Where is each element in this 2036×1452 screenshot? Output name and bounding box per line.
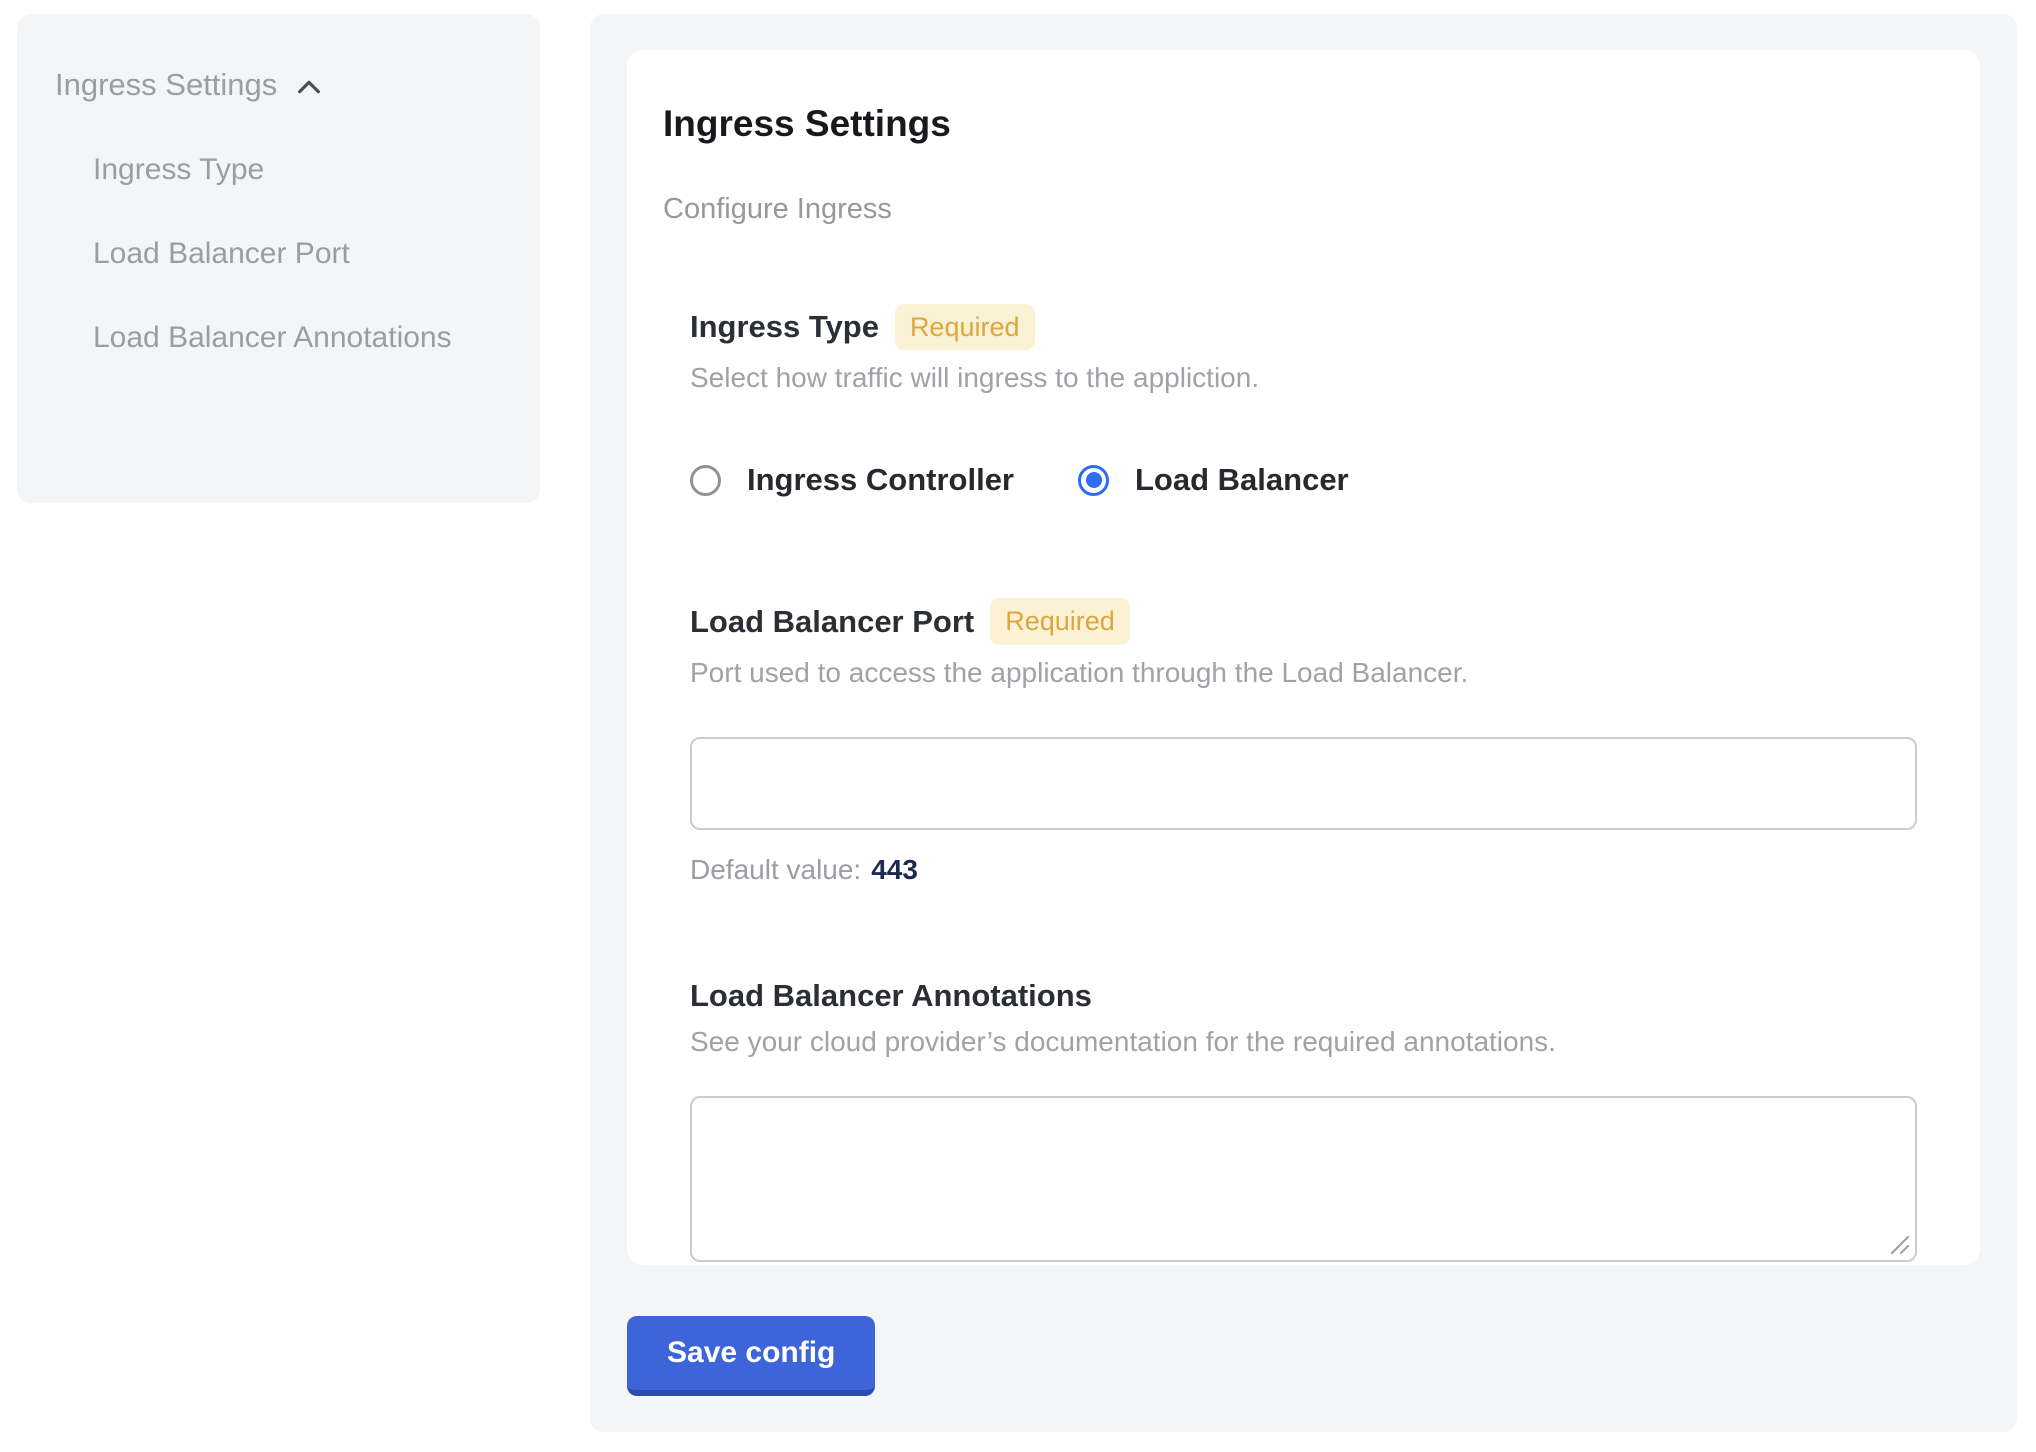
ingress-type-radio-group: Ingress Controller Load Balancer [690,462,1917,498]
resize-handle-icon[interactable] [1888,1233,1910,1255]
radio-label-load-balancer: Load Balancer [1135,462,1349,498]
load-balancer-port-section: Load Balancer Port Required Port used to… [690,598,1917,885]
ingress-type-section: Ingress Type Required Select how traffic… [690,304,1917,498]
default-value: 443 [871,854,918,885]
load-balancer-annotations-label-row: Load Balancer Annotations [690,978,1917,1014]
page-title: Ingress Settings [663,103,1944,145]
main-panel: Ingress Settings Configure Ingress Ingre… [590,14,2017,1432]
sidebar-ingress-settings-label: Ingress Settings [55,66,277,103]
default-value-line: Default value: 443 [690,854,1917,886]
load-balancer-port-label-row: Load Balancer Port Required [690,598,1917,644]
load-balancer-port-description: Port used to access the application thro… [690,657,1917,689]
sidebar-subitems: Ingress Type Load Balancer Port Load Bal… [55,141,500,367]
required-badge: Required [990,598,1130,644]
load-balancer-port-label: Load Balancer Port [690,604,974,640]
radio-icon[interactable] [690,465,721,496]
ingress-type-label-row: Ingress Type Required [690,304,1917,350]
load-balancer-annotations-description: See your cloud provider’s documentation … [690,1026,1917,1058]
ingress-type-label: Ingress Type [690,309,879,345]
load-balancer-annotations-textarea[interactable] [690,1096,1917,1262]
sidebar-item-load-balancer-annotations[interactable]: Load Balancer Annotations [93,309,493,367]
page-subtitle: Configure Ingress [663,193,1944,226]
sidebar-item-ingress-type[interactable]: Ingress Type [93,141,493,199]
ingress-settings-card: Ingress Settings Configure Ingress Ingre… [627,50,1980,1265]
chevron-up-icon [293,71,325,103]
radio-option-ingress-controller[interactable]: Ingress Controller [690,462,1014,498]
required-badge: Required [895,304,1035,350]
settings-nav-sidebar: Ingress Settings Ingress Type Load Balan… [17,14,540,503]
load-balancer-annotations-section: Load Balancer Annotations See your cloud… [690,978,1917,1262]
radio-label-ingress-controller: Ingress Controller [747,462,1014,498]
radio-icon[interactable] [1078,465,1109,496]
default-value-label: Default value: [690,854,861,885]
ingress-type-description: Select how traffic will ingress to the a… [690,362,1917,394]
load-balancer-annotations-label: Load Balancer Annotations [690,978,1092,1014]
radio-option-load-balancer[interactable]: Load Balancer [1078,462,1349,498]
load-balancer-port-input[interactable] [690,737,1917,830]
save-config-button[interactable]: Save config [627,1316,875,1396]
sidebar-item-ingress-settings[interactable]: Ingress Settings [55,66,500,103]
load-balancer-annotations-textarea-wrap [690,1096,1917,1262]
sidebar-item-load-balancer-port[interactable]: Load Balancer Port [93,225,493,283]
